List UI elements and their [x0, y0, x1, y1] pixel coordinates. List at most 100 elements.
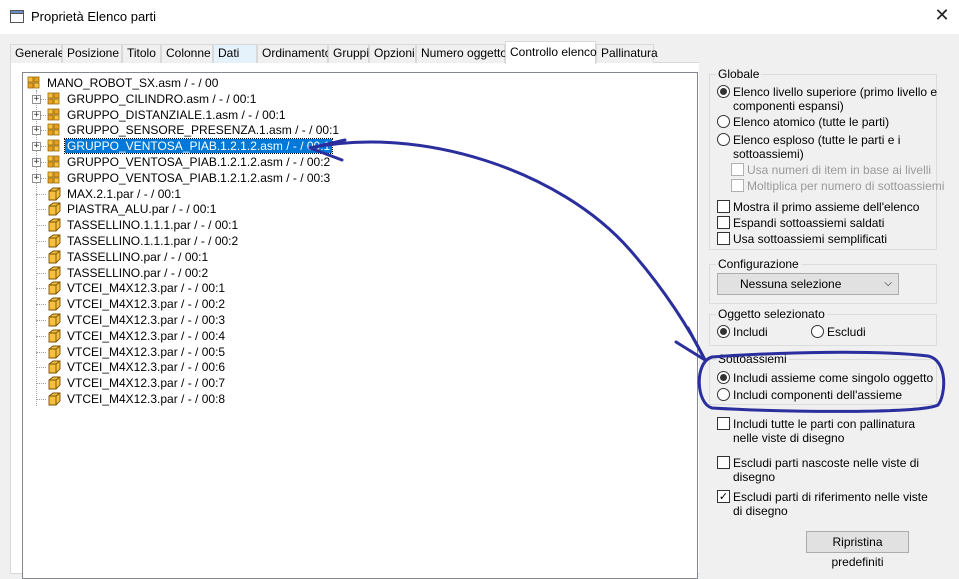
- globale-radio-exploded[interactable]: [717, 133, 730, 146]
- tab-opzioni[interactable]: Opzioni: [369, 44, 416, 63]
- include-radio[interactable]: [717, 325, 730, 338]
- include-ballooned-parts-checkbox[interactable]: [717, 417, 730, 430]
- configuration-select[interactable]: Nessuna selezione ⌵: [717, 273, 899, 295]
- tree-item-label: TASSELLINO.par / - / 00:1: [67, 249, 209, 264]
- exclude-radio[interactable]: [811, 325, 824, 338]
- expand-icon[interactable]: +: [32, 158, 41, 167]
- include-components-radio[interactable]: [717, 388, 730, 401]
- tree-item-label: VTCEI_M4X12.3.par / - / 00:7: [67, 376, 226, 391]
- tree-item-label: GRUPPO_SENSORE_PRESENZA.1.asm / - / 00:1: [67, 123, 340, 138]
- part-icon: [47, 376, 61, 390]
- tree-item[interactable]: TASSELLINO.1.1.1.par / - / 00:2: [47, 233, 240, 249]
- part-icon: [47, 329, 61, 343]
- assembly-icon: [47, 123, 61, 137]
- part-icon: [47, 392, 61, 406]
- part-icon: [47, 297, 61, 311]
- tab-ordinamento[interactable]: Ordinamento: [257, 44, 331, 63]
- tree-item[interactable]: GRUPPO_VENTOSA_PIAB.1.2.1.2.asm / - / 00…: [47, 170, 332, 186]
- include-assembly-single-label: Includi assieme come singolo oggetto: [733, 371, 934, 385]
- reset-defaults-button[interactable]: Ripristina predefiniti: [806, 531, 909, 569]
- tree-line: [36, 383, 46, 385]
- tree-item[interactable]: VTCEI_M4X12.3.par / - / 00:5: [47, 344, 227, 360]
- tab-pallinatura[interactable]: Pallinatura: [596, 44, 658, 63]
- part-icon: [47, 360, 61, 374]
- tree-item[interactable]: VTCEI_M4X12.3.par / - / 00:2: [47, 296, 227, 312]
- assembly-icon: [47, 155, 61, 169]
- tree-item-label: GRUPPO_CILINDRO.asm / - / 00:1: [67, 91, 257, 106]
- tree-item[interactable]: VTCEI_M4X12.3.par / - / 00:7: [47, 375, 227, 391]
- tree-line: [36, 193, 46, 195]
- tree-item-label: GRUPPO_VENTOSA_PIAB.1.2.1.2.asm / - / 00…: [63, 138, 334, 155]
- globale-radio-atomic[interactable]: [717, 115, 730, 128]
- tree-item-label: GRUPPO_VENTOSA_PIAB.1.2.1.2.asm / - / 00…: [67, 155, 331, 169]
- tree-root-item[interactable]: MANO_ROBOT_SX.asm / - / 00: [27, 75, 220, 91]
- tree-item[interactable]: VTCEI_M4X12.3.par / - / 00:8: [47, 391, 227, 407]
- globale-radio-top-level[interactable]: [717, 85, 730, 98]
- tree-item[interactable]: VTCEI_M4X12.3.par / - / 00:4: [47, 328, 227, 344]
- tree-line: [36, 272, 46, 274]
- label-line: nelle viste di disegno: [733, 431, 845, 445]
- tree-item-label: GRUPPO_DISTANZIALE.1.asm / - / 00:1: [67, 107, 286, 122]
- tree-item-label: VTCEI_M4X12.3.par / - / 00:5: [67, 344, 226, 359]
- expand-welded-label: Espandi sottoassiemi saldati: [733, 216, 885, 230]
- simplified-subassemblies-label: Usa sottoassiemi semplificati: [733, 232, 888, 246]
- tab-numero-oggetto[interactable]: Numero oggetto: [416, 44, 507, 63]
- tree-item-label: VTCEI_M4X12.3.par / - / 00:6: [67, 360, 226, 375]
- assembly-icon: [27, 76, 41, 90]
- tree-item[interactable]: GRUPPO_VENTOSA_PIAB.1.2.1.2.asm / - / 00…: [47, 154, 332, 170]
- globale-title: Globale: [716, 67, 762, 81]
- tab-colonne[interactable]: Colonne: [161, 44, 213, 63]
- tree-item[interactable]: GRUPPO_CILINDRO.asm / - / 00:1: [47, 91, 258, 107]
- exclude-reference-parts-checkbox[interactable]: ✓: [717, 490, 730, 503]
- tree-item[interactable]: VTCEI_M4X12.3.par / - / 00:1: [47, 280, 227, 296]
- globale-label-top-level: Elenco livello superiore (primo livello …: [733, 85, 937, 113]
- include-assembly-single-radio[interactable]: [717, 371, 730, 384]
- tree-line: [36, 367, 46, 369]
- tree-item[interactable]: VTCEI_M4X12.3.par / - / 00:6: [47, 359, 227, 375]
- tree-item[interactable]: VTCEI_M4X12.3.par / - / 00:3: [47, 312, 227, 328]
- expand-icon[interactable]: +: [32, 110, 41, 120]
- use-level-item-numbers-checkbox[interactable]: [731, 163, 744, 176]
- tree-line: [36, 304, 46, 306]
- tree-item[interactable]: GRUPPO_DISTANZIALE.1.asm / - / 00:1: [47, 107, 288, 123]
- parts-tree[interactable]: MANO_ROBOT_SX.asm / - / 00 + GRUPPO_CILIND…: [22, 72, 698, 579]
- part-icon: [47, 313, 61, 327]
- exclude-hidden-parts-checkbox[interactable]: [717, 456, 730, 469]
- multiply-subassemblies-checkbox[interactable]: [731, 179, 744, 192]
- exclude-label: Escludi: [827, 325, 866, 339]
- tree-item[interactable]: GRUPPO_SENSORE_PRESENZA.1.asm / - / 00:1: [47, 122, 341, 138]
- tree-line: [36, 288, 46, 290]
- tree-item[interactable]: MAX.2.1.par / - / 00:1: [47, 186, 183, 202]
- tree-item[interactable]: TASSELLINO.1.1.1.par / - / 00:1: [47, 217, 240, 233]
- tree-item-label: MANO_ROBOT_SX.asm / - / 00: [47, 76, 219, 90]
- globale-label-line: componenti espansi): [733, 99, 844, 113]
- include-ballooned-parts-label: Includi tutte le parti con pallinatura n…: [733, 417, 915, 445]
- include-components-label: Includi componenti dell'assieme: [733, 388, 903, 402]
- assembly-icon: [47, 171, 61, 185]
- simplified-subassemblies-checkbox[interactable]: [717, 232, 730, 245]
- tree-item[interactable]: PIASTRA_ALU.par / - / 00:1: [47, 201, 218, 217]
- tree-line: [36, 209, 46, 211]
- tab-generale[interactable]: Generale: [10, 44, 64, 63]
- tree-line: [36, 351, 46, 353]
- show-first-assembly-label: Mostra il primo assieme dell'elenco: [733, 200, 920, 214]
- tab-titolo[interactable]: Titolo: [122, 44, 161, 63]
- tree-item[interactable]: TASSELLINO.par / - / 00:2: [47, 265, 210, 281]
- tab-controllo-elenco[interactable]: Controllo elenco: [505, 41, 597, 64]
- expand-icon[interactable]: +: [32, 173, 41, 183]
- expand-icon[interactable]: +: [32, 94, 41, 104]
- tab-gruppi[interactable]: Gruppi: [328, 44, 369, 63]
- tree-item-label: VTCEI_M4X12.3.par / - / 00:2: [67, 297, 226, 312]
- close-button[interactable]: ✕: [931, 6, 953, 28]
- tree-item[interactable]: TASSELLINO.par / - / 00:1: [47, 249, 210, 265]
- tab-dati[interactable]: Dati: [213, 44, 257, 63]
- expand-icon[interactable]: +: [32, 142, 41, 152]
- tree-item-label: TASSELLINO.1.1.1.par / - / 00:2: [67, 234, 239, 248]
- show-first-assembly-checkbox[interactable]: [717, 200, 730, 213]
- tab-posizione[interactable]: Posizione: [62, 44, 122, 63]
- expand-icon[interactable]: +: [32, 126, 41, 136]
- tree-item-label: PIASTRA_ALU.par / - / 00:1: [67, 202, 217, 217]
- expand-welded-checkbox[interactable]: [717, 216, 730, 229]
- tree-line: [36, 90, 37, 406]
- tree-item[interactable]: GRUPPO_VENTOSA_PIAB.1.2.1.2.asm / - / 00…: [47, 138, 334, 155]
